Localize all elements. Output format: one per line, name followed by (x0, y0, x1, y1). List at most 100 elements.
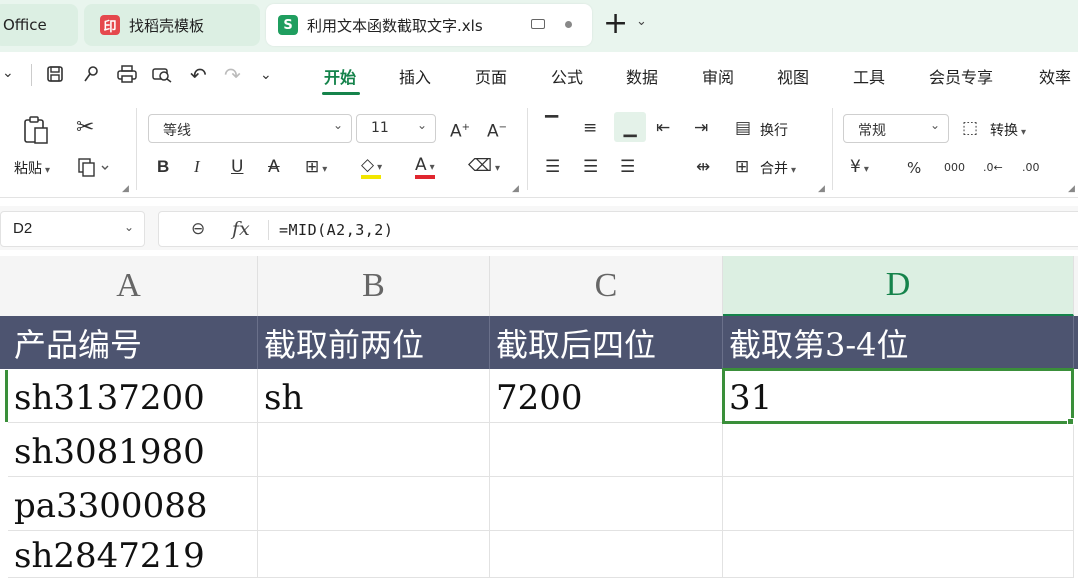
number-format-select[interactable]: 常规 ⌄ (843, 114, 949, 143)
tab-file-label: 利用文本函数截取文字.xls (307, 16, 483, 35)
decrease-font-icon[interactable]: A− (487, 118, 507, 142)
align-middle-icon[interactable]: ≡ (583, 118, 597, 138)
print-icon[interactable] (117, 65, 137, 83)
cell-c3[interactable] (490, 423, 723, 477)
column-header-a[interactable]: A (0, 256, 258, 316)
monitor-icon[interactable] (531, 19, 545, 29)
menu-formula[interactable]: 公式 (551, 64, 583, 88)
undo-icon[interactable]: ↶ (190, 65, 207, 85)
merge-cells-icon[interactable]: ⊞ (735, 157, 749, 177)
chevron-down-icon: ⌄ (123, 220, 134, 234)
pin-icon[interactable] (82, 65, 100, 83)
save-icon[interactable] (46, 65, 64, 83)
align-top-icon[interactable]: ▔ (545, 116, 558, 136)
divider (136, 108, 137, 190)
cut-icon[interactable]: ✂ (76, 117, 94, 139)
column-header-d[interactable]: D (723, 256, 1074, 316)
menu-review[interactable]: 审阅 (702, 64, 734, 88)
decrease-indent-icon[interactable]: ⇤ (656, 118, 670, 138)
redo-icon[interactable]: ↷ (224, 65, 241, 85)
cell-a2[interactable]: sh3137200 (8, 369, 258, 423)
cell-reference: D2 (13, 220, 33, 237)
tab-list-chevron-icon[interactable]: ⌄ (636, 14, 647, 29)
bold-icon[interactable]: B (157, 157, 169, 177)
chevron-down-icon: ⌄ (416, 118, 427, 132)
decrease-decimal-icon[interactable]: .00 (1022, 158, 1040, 178)
menu-toggle-chevron-icon[interactable]: ⌄ (2, 63, 14, 83)
paste-button[interactable]: 粘贴 ▾ (14, 158, 50, 178)
font-name-select[interactable]: 等线 ⌄ (148, 114, 352, 143)
cell-c5[interactable] (490, 531, 723, 578)
wrap-text-button[interactable]: 换行 (760, 120, 788, 140)
header-last-four[interactable]: 截取后四位 (490, 316, 723, 369)
cell-d5[interactable] (723, 531, 1074, 578)
convert-button[interactable]: 转换 ▾ (990, 120, 1026, 140)
cell-c4[interactable] (490, 477, 723, 531)
currency-icon[interactable]: ¥ ▾ (850, 157, 869, 180)
align-left-icon[interactable]: ☰ (545, 157, 560, 177)
tab-file[interactable]: S 利用文本函数截取文字.xls (266, 4, 592, 46)
cell-b2[interactable]: sh (258, 369, 490, 423)
underline-icon[interactable]: U (231, 157, 243, 177)
increase-decimal-icon[interactable]: .0← (983, 158, 1003, 178)
column-header-b[interactable]: B (258, 256, 490, 316)
row-selection-indicator (5, 370, 8, 422)
strikethrough-icon[interactable]: A (268, 157, 280, 177)
header-third-fourth[interactable]: 截取第3-4位 (723, 316, 1074, 369)
cell-a4[interactable]: pa3300088 (8, 477, 258, 531)
menu-tools[interactable]: 工具 (853, 64, 885, 88)
tab-template[interactable]: 印 找稻壳模板 (84, 4, 260, 46)
function-icon[interactable]: fx (232, 218, 250, 240)
column-header-c[interactable]: C (490, 256, 723, 316)
font-size-select[interactable]: 11 ⌄ (356, 114, 436, 143)
menu-view[interactable]: 视图 (777, 64, 809, 88)
increase-font-icon[interactable]: A+ (450, 118, 470, 142)
menu-data[interactable]: 数据 (626, 64, 658, 88)
active-tab-indicator (322, 92, 360, 95)
tab-office[interactable]: Office (0, 4, 78, 46)
convert-icon[interactable]: ⬚ (962, 118, 978, 138)
menu-member[interactable]: 会员专享 (929, 64, 993, 88)
menu-insert[interactable]: 插入 (399, 64, 431, 88)
merge-button[interactable]: 合并 ▾ (760, 158, 796, 178)
cell-d3[interactable] (723, 423, 1074, 477)
print-preview-icon[interactable] (152, 65, 172, 83)
header-first-two[interactable]: 截取前两位 (258, 316, 490, 369)
cell-d4[interactable] (723, 477, 1074, 531)
clipboard-dialog-launcher-icon[interactable]: ◢ (122, 184, 129, 194)
align-bottom-icon[interactable]: ▁ (614, 112, 646, 142)
zoom-icon[interactable]: ⊖ (191, 219, 205, 239)
thousands-separator-icon[interactable]: 000 (944, 158, 965, 178)
menu-home[interactable]: 开始 (324, 64, 356, 88)
wrap-text-icon[interactable]: ▤ (735, 118, 751, 138)
cell-b5[interactable] (258, 531, 490, 578)
align-right-icon[interactable]: ☰ (620, 157, 635, 177)
cell-b3[interactable] (258, 423, 490, 477)
unsaved-dot-icon[interactable] (565, 21, 572, 28)
divider (832, 108, 833, 190)
border-icon[interactable]: ⊞ ▾ (305, 157, 327, 180)
cell-c2[interactable]: 7200 (490, 369, 723, 423)
name-box[interactable]: D2 ⌄ (0, 211, 145, 247)
formula-input[interactable]: ⊖ fx =MID(A2,3,2) (158, 211, 1078, 247)
copy-icon[interactable] (78, 158, 110, 183)
cell-a5[interactable]: sh2847219 (8, 531, 258, 578)
font-dialog-launcher-icon[interactable]: ◢ (512, 184, 519, 194)
percent-icon[interactable]: % (907, 158, 921, 178)
eraser-icon[interactable]: ⌫ ▾ (468, 156, 500, 179)
increase-indent-icon[interactable]: ⇥ (694, 118, 708, 138)
new-tab-button[interactable]: + (603, 9, 628, 39)
fill-handle[interactable] (1067, 418, 1074, 425)
number-dialog-launcher-icon[interactable]: ◢ (1068, 184, 1075, 194)
more-chevron-icon[interactable]: ⌄ (260, 65, 272, 85)
alignment-dialog-launcher-icon[interactable]: ◢ (818, 184, 825, 194)
distribute-icon[interactable]: ⇹ (696, 157, 710, 177)
paste-icon[interactable] (22, 116, 50, 151)
menu-efficiency[interactable]: 效率 (1039, 64, 1071, 88)
header-product-code[interactable]: 产品编号 (8, 316, 258, 369)
italic-icon[interactable]: I (194, 157, 200, 177)
align-center-icon[interactable]: ☰ (583, 157, 598, 177)
cell-b4[interactable] (258, 477, 490, 531)
menu-page[interactable]: 页面 (475, 64, 507, 88)
cell-a3[interactable]: sh3081980 (8, 423, 258, 477)
